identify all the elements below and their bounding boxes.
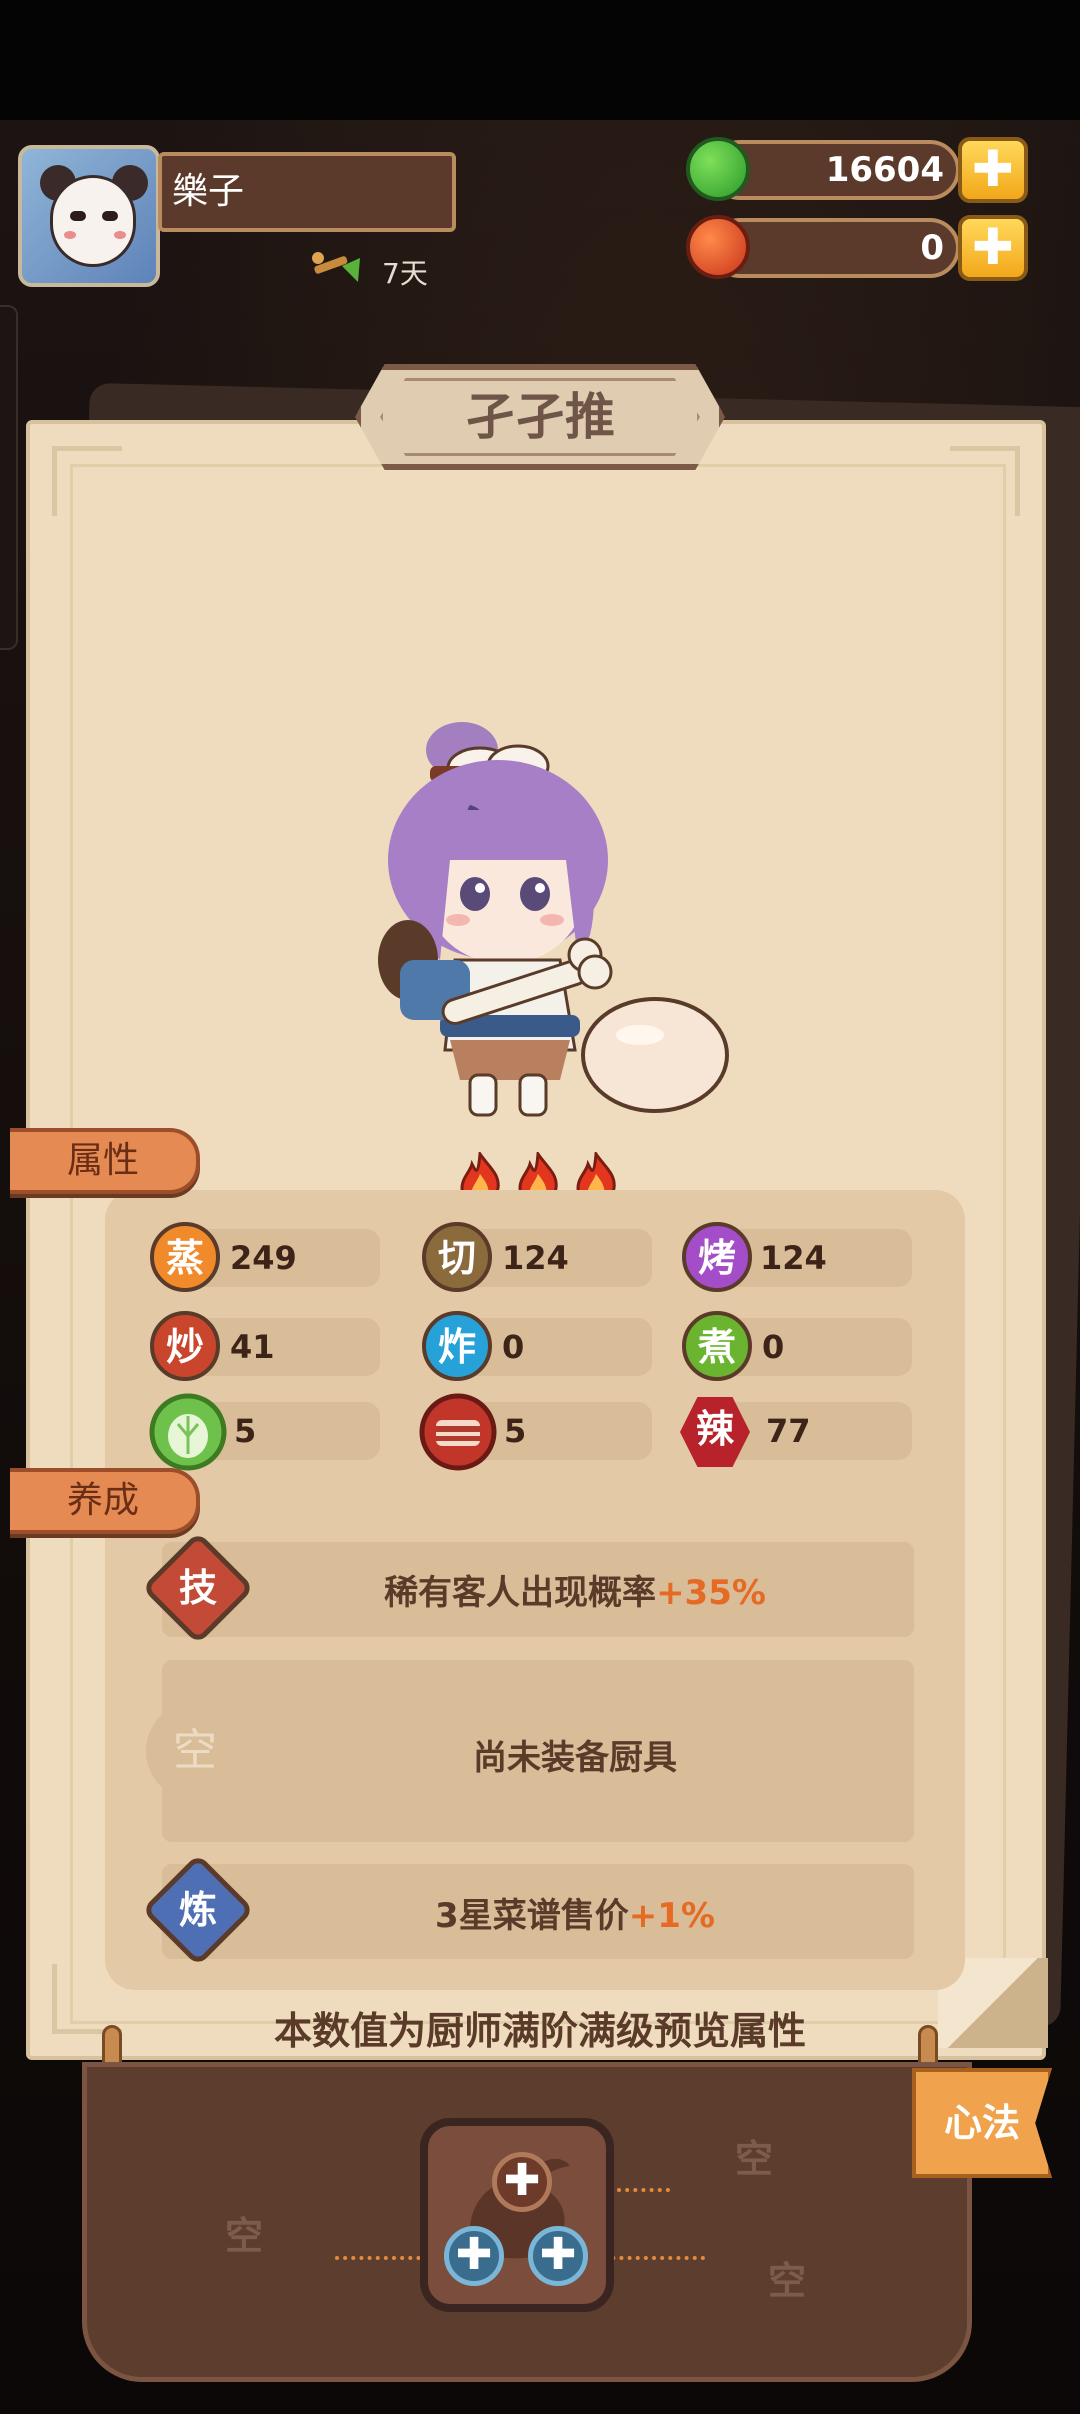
corner-ornament (950, 446, 1020, 516)
stat-value: 124 (760, 1239, 827, 1277)
refine-badge-label: 炼 (178, 1887, 217, 1932)
player-name: 樂子 (158, 152, 456, 232)
broom-icon (312, 252, 360, 282)
add-slot-left-button[interactable]: ✚ (444, 2226, 504, 2286)
stat-value: 5 (504, 1412, 527, 1450)
refine-description: 3星菜谱售价+1% (435, 1896, 715, 1936)
stat-value: 41 (230, 1328, 275, 1366)
heart-method-slot[interactable] (420, 2118, 614, 2312)
add-green-currency-button[interactable]: ✚ (958, 137, 1028, 203)
stat-value: 0 (762, 1328, 785, 1366)
empty-slot-label[interactable]: 空 (768, 2250, 806, 2305)
attributes-tab[interactable]: 属性 (10, 1128, 200, 1194)
side-drawer-handle[interactable] (0, 305, 18, 650)
add-red-currency-button[interactable]: ✚ (958, 215, 1028, 281)
status-bar (0, 0, 1080, 120)
empty-slot-label[interactable]: 空 (225, 2205, 263, 2260)
stat-value: 77 (766, 1412, 811, 1450)
deepfry-stat-icon: 炸 (422, 1311, 492, 1381)
stat-value: 249 (230, 1239, 297, 1277)
empty-equipment-slot[interactable]: 空 (146, 1702, 244, 1800)
red-apple-icon (686, 215, 750, 279)
player-avatar[interactable] (18, 145, 160, 287)
corner-ornament (52, 446, 122, 516)
chef-name: 孑孑推 (465, 387, 615, 446)
add-slot-right-button[interactable]: ✚ (528, 2226, 588, 2286)
skill-description: 稀有客人出现概率+35% (384, 1573, 766, 1613)
stirfry-stat-icon: 炒 (150, 1311, 220, 1381)
green-apple-icon (686, 137, 750, 201)
login-days: 7天 (382, 257, 428, 290)
meat-icon (419, 1393, 497, 1471)
training-tab[interactable]: 养成 (10, 1468, 200, 1534)
cut-stat-icon: 切 (422, 1222, 492, 1292)
cabbage-icon (149, 1393, 227, 1471)
chef-character-illustration[interactable] (370, 710, 740, 1130)
stat-value: 5 (234, 1412, 257, 1450)
empty-slot-label[interactable]: 空 (735, 2128, 773, 2183)
stat-value: 124 (502, 1239, 569, 1277)
roast-stat-icon: 烤 (682, 1222, 752, 1292)
boil-stat-icon: 煮 (682, 1311, 752, 1381)
stat-value: 0 (502, 1328, 525, 1366)
equipment-text: 尚未装备厨具 (473, 1738, 677, 1778)
add-slot-top-button[interactable]: ✚ (492, 2152, 552, 2212)
skill-badge-label: 技 (178, 1565, 217, 1610)
steam-stat-icon: 蒸 (150, 1222, 220, 1292)
xinfa-button[interactable]: 心法 (912, 2068, 1052, 2178)
